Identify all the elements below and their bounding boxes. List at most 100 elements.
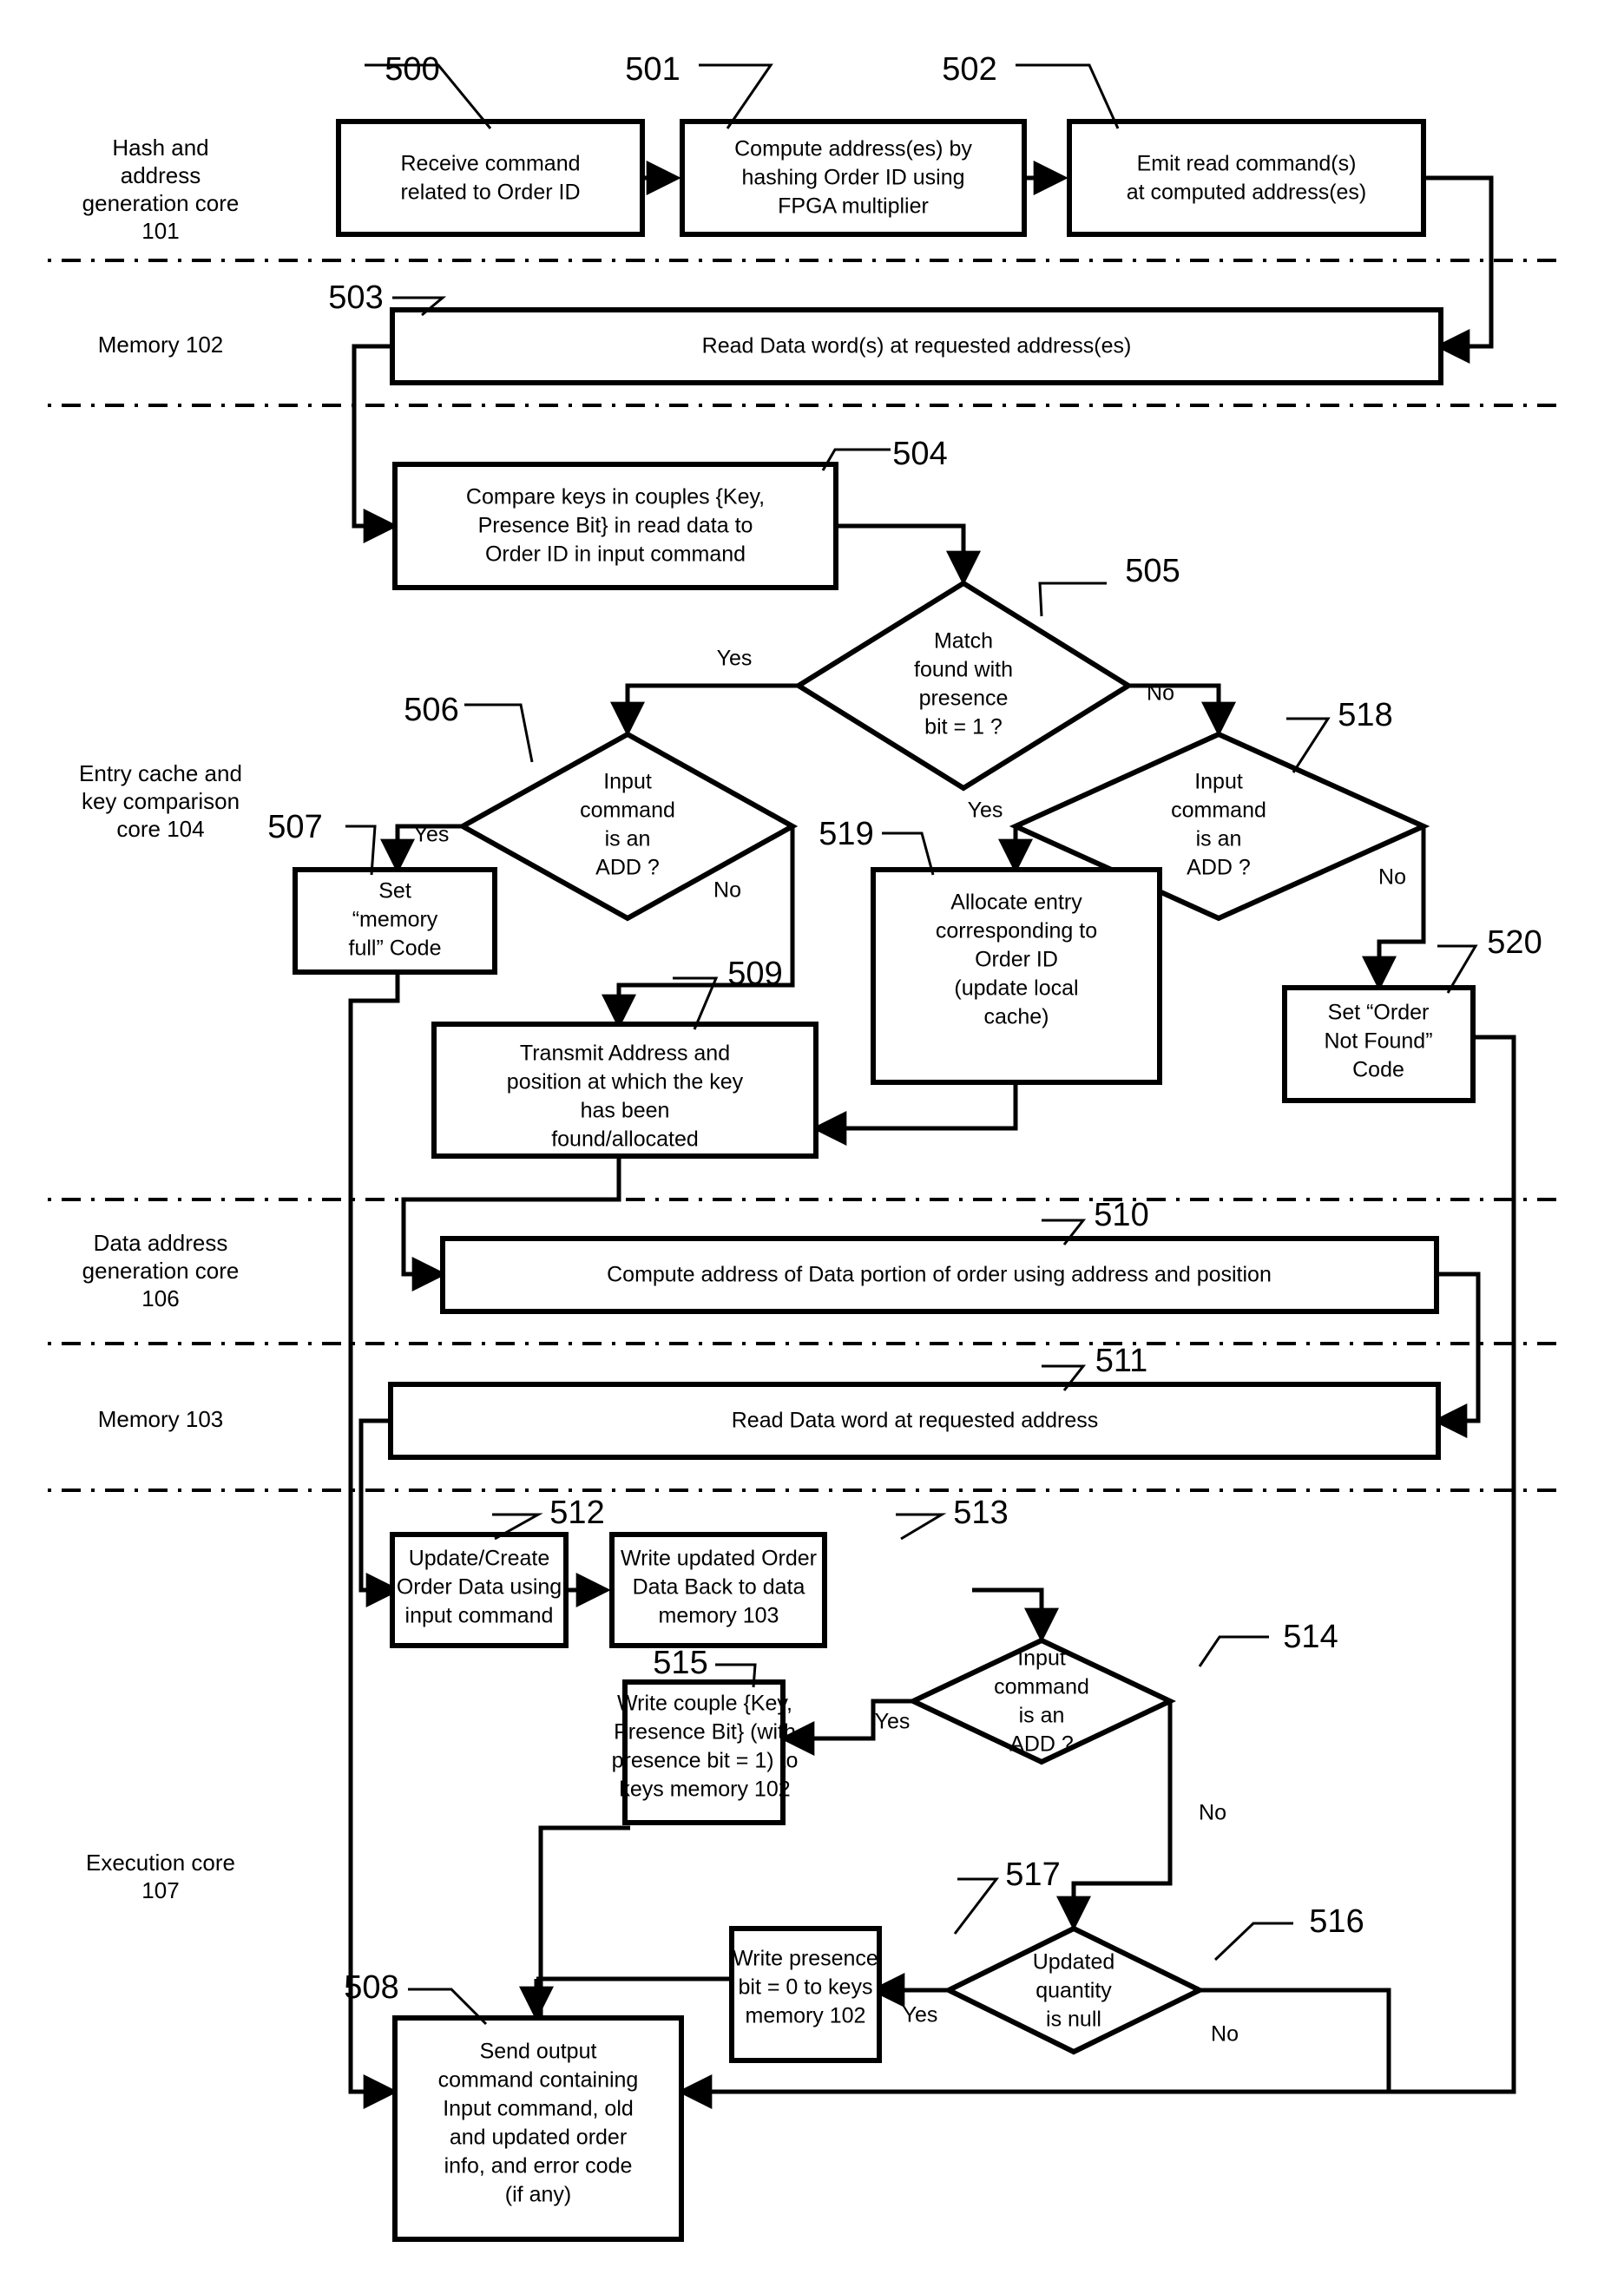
edge-label-514-no: No xyxy=(1199,1801,1226,1825)
node-506-line-0: Input xyxy=(603,770,652,794)
node-507[interactable]: Set “memory full” Code 507 xyxy=(267,809,497,975)
node-519-line-1: corresponding to xyxy=(936,919,1097,943)
node-502-line-0: Emit read command(s) xyxy=(1137,152,1357,176)
node-507-line-0: Set xyxy=(378,879,411,904)
node-509-line-2: has been xyxy=(581,1099,670,1123)
node-519-line-2: Order ID xyxy=(975,948,1058,972)
edge-519-509 xyxy=(812,1081,1018,1146)
node-520[interactable]: Set “Order Not Found” Code 520 xyxy=(1282,924,1542,1103)
edge-label-505-no: No xyxy=(1147,681,1174,706)
node-518-line-0: Input xyxy=(1194,770,1243,794)
lane-101-line-3: 101 xyxy=(141,218,179,244)
node-511[interactable]: Read Data word at requested address 511 xyxy=(388,1343,1441,1460)
node-504-line-0: Compare keys in couples {Key, xyxy=(466,485,765,509)
node-503[interactable]: Read Data word(s) at requested address(e… xyxy=(328,279,1443,385)
node-504-ref: 504 xyxy=(892,436,947,472)
edge-label-506-no: No xyxy=(713,878,741,903)
node-512-line-2: input command xyxy=(405,1604,554,1628)
node-500-line-1: related to Order ID xyxy=(400,181,580,205)
node-509-ref: 509 xyxy=(727,956,782,992)
node-508-line-1: command containing xyxy=(438,2068,639,2093)
node-514-line-0: Input xyxy=(1017,1646,1066,1671)
edge-518-520-no xyxy=(1362,826,1426,991)
node-505-leader xyxy=(1038,582,1107,617)
node-502-line-1: at computed address(es) xyxy=(1127,181,1367,205)
node-506-leader xyxy=(464,703,534,763)
node-520-ref: 520 xyxy=(1487,924,1542,961)
node-519-ref: 519 xyxy=(819,816,873,852)
node-500-line-0: Receive command xyxy=(400,152,580,176)
node-513[interactable]: Write updated Order Data Back to data me… xyxy=(609,1495,1009,1648)
lane-107-line-1: 107 xyxy=(141,1877,179,1903)
edge-513-514 xyxy=(972,1587,1059,1643)
node-514-line-3: ADD ? xyxy=(1009,1732,1074,1757)
node-515-line-2: presence bit = 1) to xyxy=(612,1749,799,1773)
lane-106-line-0: Data address xyxy=(94,1230,228,1256)
lane-label-101: Hash and address generation core 101 xyxy=(82,135,240,244)
node-517-ref: 517 xyxy=(1005,1857,1060,1893)
node-506-line-1: command xyxy=(580,798,675,823)
node-509-line-0: Transmit Address and xyxy=(520,1042,730,1066)
node-516-line-2: is null xyxy=(1046,2008,1101,2032)
node-505[interactable]: Match found with presence bit = 1 ? 505 xyxy=(793,553,1180,792)
node-520-line-1: Not Found” xyxy=(1324,1029,1432,1054)
node-513-ref: 513 xyxy=(953,1495,1008,1531)
lane-101-line-1: address xyxy=(121,162,201,188)
edge-515-508 xyxy=(536,1825,630,2018)
node-501-line-0: Compute address(es) by xyxy=(734,137,972,161)
node-516-ref: 516 xyxy=(1309,1903,1364,1940)
node-515[interactable]: Write couple {Key, Presence Bit} (with p… xyxy=(612,1645,799,1825)
node-512-line-0: Update/Create xyxy=(409,1547,550,1571)
node-508-line-4: info, and error code xyxy=(444,2154,633,2179)
node-500[interactable]: Receive command related to Order ID 500 xyxy=(336,51,645,237)
lane-104-line-1: key comparison xyxy=(82,788,240,814)
lane-label-107: Execution core 107 xyxy=(86,1850,235,1903)
lane-label-102: Memory 102 xyxy=(98,332,224,358)
edge-label-516-yes: Yes xyxy=(903,2003,938,2027)
node-513-leader xyxy=(896,1513,947,1541)
lane-label-106: Data address generation core 106 xyxy=(82,1230,240,1311)
edge-label-514-yes: Yes xyxy=(875,1710,911,1734)
node-514[interactable]: Input command is an ADD ? 514 xyxy=(906,1619,1338,1765)
node-509-line-1: position at which the key xyxy=(507,1070,744,1094)
node-511-line-0: Read Data word at requested address xyxy=(732,1409,1098,1433)
node-504-line-2: Order ID in input command xyxy=(485,542,746,567)
node-515-line-1: Presence Bit} (with xyxy=(614,1720,796,1745)
node-516-line-1: quantity xyxy=(1036,1979,1112,2003)
node-500-box[interactable] xyxy=(336,119,645,237)
node-500-ref: 500 xyxy=(385,51,439,88)
node-518-ref: 518 xyxy=(1338,697,1392,733)
node-502-box[interactable] xyxy=(1067,119,1426,237)
node-513-line-2: memory 103 xyxy=(659,1604,779,1628)
edge-507-rail xyxy=(348,942,400,2109)
node-503-line-0: Read Data word(s) at requested address(e… xyxy=(702,334,1132,358)
node-504-line-1: Presence Bit} in read data to xyxy=(478,514,753,538)
node-517-leader xyxy=(953,1877,1000,1935)
node-512[interactable]: Update/Create Order Data using input com… xyxy=(390,1495,605,1648)
node-505-line-0: Match xyxy=(934,629,993,654)
edge-label-518-yes: Yes xyxy=(968,798,1003,823)
edge-label-506-yes: Yes xyxy=(414,823,450,847)
node-504[interactable]: Compare keys in couples {Key, Presence B… xyxy=(392,436,948,590)
node-517-line-2: memory 102 xyxy=(746,2004,866,2028)
node-507-line-2: full” Code xyxy=(349,936,442,961)
lane-104-line-2: core 104 xyxy=(116,816,204,842)
node-516[interactable]: Updated quantity is null 516 xyxy=(943,1903,1364,2055)
node-505-line-2: presence xyxy=(919,687,1009,711)
edge-510-511 xyxy=(1432,1272,1481,1438)
node-513-line-0: Write updated Order xyxy=(621,1547,817,1571)
edge-label-516-no: No xyxy=(1211,2022,1239,2047)
node-513-line-1: Data Back to data xyxy=(633,1575,805,1600)
node-508[interactable]: Send output command containing Input com… xyxy=(344,1969,684,2242)
lane-106-line-2: 106 xyxy=(141,1285,179,1311)
node-514-leader xyxy=(1198,1635,1269,1667)
edge-label-518-no: No xyxy=(1378,865,1406,890)
node-514-ref: 514 xyxy=(1283,1619,1338,1655)
node-501-line-1: hashing Order ID using xyxy=(741,166,964,190)
node-510[interactable]: Compute address of Data portion of order… xyxy=(440,1197,1439,1314)
node-506-line-3: ADD ? xyxy=(595,856,660,880)
lane-107-line-0: Execution core xyxy=(86,1850,235,1876)
node-518-line-3: ADD ? xyxy=(1187,856,1251,880)
node-519-line-4: cache) xyxy=(983,1005,1049,1029)
node-505-line-1: found with xyxy=(914,658,1013,682)
